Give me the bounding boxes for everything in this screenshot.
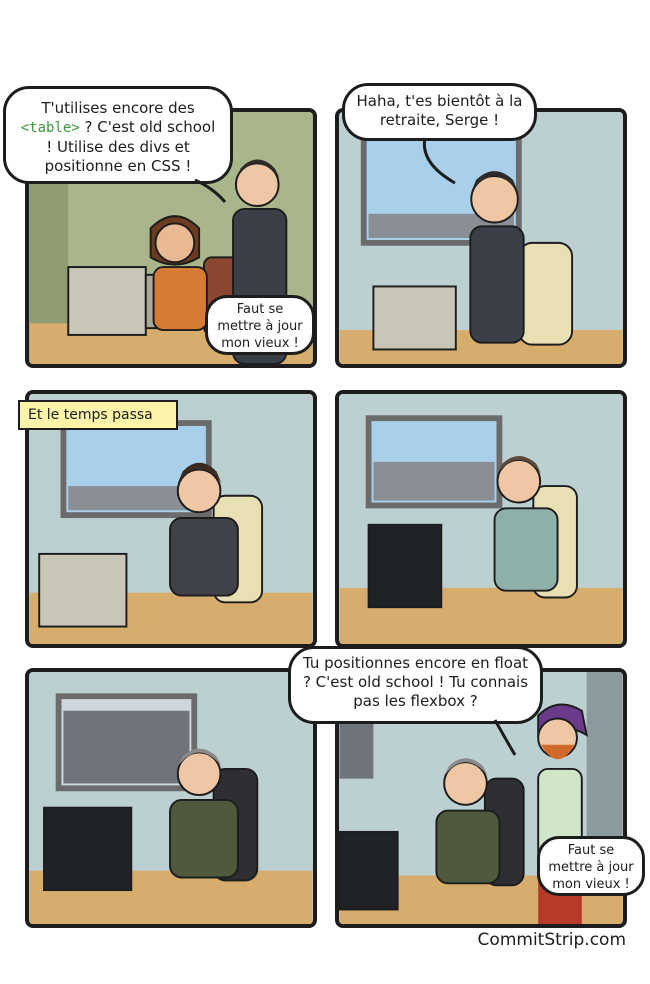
- panel-4: [335, 390, 627, 648]
- watermark: CommitStrip.com: [477, 930, 626, 950]
- narration-caption: Et le temps passa: [18, 400, 178, 430]
- speech-tail-panel2: [422, 137, 456, 185]
- speech-bubble-panel6-main: Tu positionnes encore en float ? C'est o…: [288, 646, 543, 724]
- panel-5-scene: [29, 672, 313, 924]
- bubble-text-before: T'utilises encore des: [41, 99, 195, 117]
- caption-text: Et le temps passa: [28, 407, 153, 423]
- bubble-text: Faut se mettre à jour mon vieux !: [217, 302, 303, 351]
- speech-bubble-panel6-reply: Faut se mettre à jour mon vieux !: [537, 836, 645, 896]
- panel-5: [25, 668, 317, 928]
- panel-2-scene: [339, 112, 623, 364]
- speech-tail-panel6-main: [493, 719, 517, 756]
- speech-bubble-panel1-main: T'utilises encore des <table> ? C'est ol…: [3, 86, 233, 184]
- bubble-text: Haha, t'es bientôt à la retraite, Serge …: [356, 92, 523, 129]
- bubble-text: Tu positionnes encore en float ? C'est o…: [302, 654, 529, 710]
- bubble-text: Faut se mettre à jour mon vieux !: [548, 843, 634, 892]
- speech-bubble-panel1-reply: Faut se mettre à jour mon vieux !: [205, 295, 315, 355]
- code-table-tag: <table>: [20, 120, 80, 136]
- speech-tail-panel1-main: [194, 178, 227, 203]
- panel-4-scene: [339, 394, 623, 644]
- panel-3-scene: [29, 394, 313, 644]
- speech-bubble-panel2: Haha, t'es bientôt à la retraite, Serge …: [342, 83, 537, 141]
- panel-2: [335, 108, 627, 368]
